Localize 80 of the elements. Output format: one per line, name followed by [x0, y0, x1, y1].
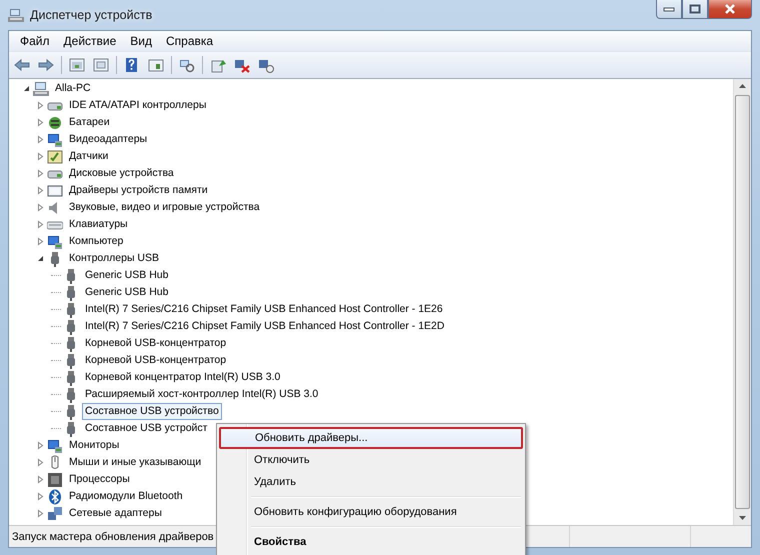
tree-item[interactable]: Звуковые, видео и игровые устройства	[66, 199, 263, 216]
tree-item[interactable]: Корневой USB-концентратор	[82, 335, 230, 352]
tree-item[interactable]: IDE ATA/ATAPI контроллеры	[66, 97, 210, 114]
tree-item[interactable]: Контроллеры USB	[66, 250, 162, 267]
tree-item[interactable]: Дисковые устройства	[66, 165, 177, 182]
tree-item[interactable]: Составное USB устройст	[82, 420, 210, 437]
expand-arrow-icon[interactable]	[36, 220, 44, 229]
minimize-button[interactable]	[656, 0, 682, 19]
expand-arrow-icon[interactable]	[36, 203, 44, 212]
close-button[interactable]	[708, 0, 752, 19]
menu-item[interactable]: Файл	[13, 34, 57, 48]
collapse-arrow-icon[interactable]	[22, 84, 30, 93]
tree-item[interactable]: Видеоадаптеры	[66, 131, 150, 148]
collapse-arrow-icon[interactable]	[36, 254, 44, 263]
tree-item[interactable]: Драйверы устройств памяти	[66, 182, 211, 199]
expand-arrow-icon[interactable]	[36, 135, 44, 144]
tree-item[interactable]: Generic USB Hub	[82, 284, 172, 301]
device-manager-icon	[8, 8, 24, 22]
tree-item[interactable]: Радиомодули Bluetooth	[66, 488, 186, 505]
tree-item[interactable]: Сетевые адаптеры	[66, 505, 165, 522]
expand-arrow-icon[interactable]	[36, 118, 44, 127]
bluetooth-icon	[47, 488, 63, 504]
tree-item[interactable]: Intel(R) 7 Series/C216 Chipset Family USB Enhanced Host Controller - 1E26	[82, 301, 446, 318]
expand-arrow-icon[interactable]	[36, 475, 44, 484]
tree-item[interactable]: Мониторы	[66, 437, 122, 454]
back-arrow-icon[interactable]	[14, 57, 30, 73]
expand-arrow-icon[interactable]	[36, 441, 44, 450]
expand-arrow-icon[interactable]	[36, 186, 44, 195]
forward-arrow-icon[interactable]	[38, 57, 54, 73]
tree-item[interactable]: Датчики	[66, 148, 112, 165]
menu-item[interactable]: Справка	[159, 34, 220, 48]
scan-hardware-icon[interactable]	[179, 57, 195, 73]
monitor-icon	[47, 438, 63, 454]
expand-arrow-icon[interactable]	[36, 458, 44, 467]
menu-item[interactable]: Действие	[56, 34, 124, 48]
menu-item[interactable]: Вид	[123, 34, 159, 48]
tree-item[interactable]: Расширяемый хост-контроллер Intel(R) USB 3.0	[82, 386, 322, 403]
monitor-icon	[47, 132, 63, 148]
enable-device-icon[interactable]	[258, 57, 274, 73]
tree-item[interactable]: Клавиатуры	[66, 216, 131, 233]
tree-item[interactable]: Процессоры	[66, 471, 133, 488]
monitor-icon	[47, 234, 63, 250]
help-icon[interactable]	[124, 57, 140, 73]
tree-item[interactable]: Батареи	[66, 114, 113, 131]
computer-icon	[33, 80, 49, 96]
expand-arrow-icon[interactable]	[36, 169, 44, 178]
vertical-scrollbar[interactable]	[733, 79, 751, 525]
expand-arrow-icon[interactable]	[36, 509, 44, 518]
status-text: Запуск мастера обновления драйверов	[11, 530, 214, 542]
tree-item[interactable]: Generic USB Hub	[82, 267, 172, 284]
tree-item[interactable]: Мыши и иные указывающи	[66, 454, 204, 471]
tree-item[interactable]: Составное USB устройство	[82, 403, 222, 420]
device-window-icon[interactable]	[93, 57, 109, 73]
tree-item[interactable]: Intel(R) 7 Series/C216 Chipset Family USB Enhanced Host Controller - 1E2D	[82, 318, 448, 335]
menu-item[interactable]: Обновить конфигурацию оборудования	[219, 501, 523, 523]
disable-device-icon[interactable]	[234, 57, 250, 73]
tree-item[interactable]: Alla-PC	[52, 80, 94, 97]
panel-window-icon[interactable]	[148, 57, 164, 73]
tree-item[interactable]: Корневой USB-концентратор	[82, 352, 230, 369]
memory-card-icon	[47, 182, 63, 198]
tree-item[interactable]: Компьютер	[66, 233, 126, 250]
menu-item[interactable]: Свойства	[219, 531, 523, 553]
menu-item[interactable]: Обновить драйверы...	[219, 427, 523, 449]
maximize-button[interactable]	[682, 0, 708, 19]
expand-arrow-icon[interactable]	[36, 492, 44, 501]
expand-arrow-icon[interactable]	[36, 101, 44, 110]
sensor-icon	[47, 148, 63, 164]
maximize-icon	[689, 4, 701, 14]
menu-item[interactable]: Удалить	[219, 471, 523, 493]
tree-item[interactable]: Корневой концентратор Intel(R) USB 3.0	[82, 369, 284, 386]
expand-arrow-icon[interactable]	[36, 237, 44, 246]
minimize-icon	[663, 6, 675, 12]
menu-item[interactable]: Отключить	[219, 449, 523, 471]
properties-window-icon[interactable]	[69, 57, 85, 73]
close-icon	[724, 4, 736, 14]
expand-arrow-icon[interactable]	[36, 152, 44, 161]
battery-icon	[47, 114, 63, 130]
window-title: Диспетчер устройств	[30, 8, 152, 22]
network-icon	[47, 506, 63, 522]
chip-icon	[47, 472, 63, 488]
